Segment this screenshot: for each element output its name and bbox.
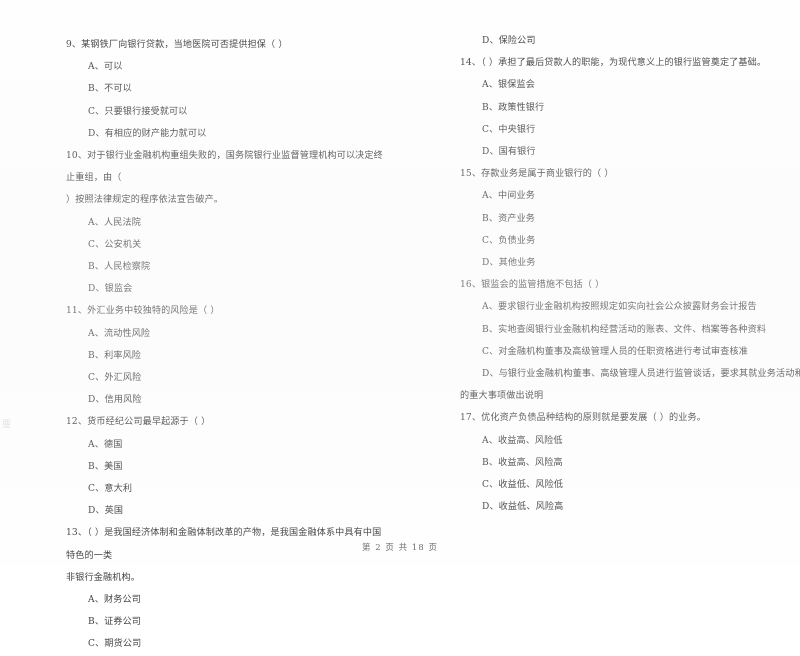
question-9-option-c[interactable]: C、只要银行接受就可以 xyxy=(66,101,390,123)
question-14-option-c[interactable]: C、中央银行 xyxy=(400,119,800,141)
question-16-option-a[interactable]: A、要求银行业金融机构按照规定如实向社会公众披露财务会计报告 xyxy=(400,296,800,318)
question-10-option-b[interactable]: B、人民检察院 xyxy=(66,256,390,278)
question-10-option-d[interactable]: D、银监会 xyxy=(66,278,390,300)
question-12-option-c[interactable]: C、意大利 xyxy=(66,478,390,500)
question-15: 15、存款业务是属于商业银行的（ ） A、中间业务 B、资产业务 C、负债业务 … xyxy=(400,163,800,274)
question-12-option-b[interactable]: B、美国 xyxy=(66,456,390,478)
question-17-option-d[interactable]: D、收益低、风险高 xyxy=(400,496,800,518)
document-page: 9、某钢铁厂向银行贷款，当地医院可否提供担保（ ） A、可以 B、不可以 C、只… xyxy=(0,0,800,649)
question-10-stem-continued: ）按照法律规定的程序依法宣告破产。 xyxy=(66,195,224,206)
question-14-option-d[interactable]: D、国有银行 xyxy=(400,141,800,163)
question-18-stem: 18、信用风险又称（ ），是指发行债券的借款人不能按时支付债券利息或偿还本金，而… xyxy=(460,518,800,520)
question-12-stem: 12、货币经纪公司最早起源于（ ） xyxy=(66,417,211,428)
question-12-option-a[interactable]: A、德国 xyxy=(66,434,390,456)
question-11-stem: 11、外汇业务中较独特的风险是（ ） xyxy=(66,306,220,317)
question-14: 14、（ ）承担了最后贷款人的职能，为现代意义上的银行监管奠定了基础。 A、银保… xyxy=(400,52,800,163)
question-15-option-c[interactable]: C、负债业务 xyxy=(400,230,800,252)
question-17: 17、优化资产负债品种结构的原则就是要发展（ ）的业务。 A、收益高、风险低 B… xyxy=(400,407,800,518)
question-15-stem: 15、存款业务是属于商业银行的（ ） xyxy=(460,169,614,180)
right-column: D、保险公司 14、（ ）承担了最后贷款人的职能，为现代意义上的银行监管奠定了基… xyxy=(400,0,800,520)
question-16-option-b[interactable]: B、实地查阅银行业金融机构经营活动的账表、文件、档案等各种资料 xyxy=(400,319,800,341)
question-10-stem: 10、对于银行业金融机构重组失败的，国务院银行业监督管理机构可以决定终止重组，由… xyxy=(66,151,383,184)
question-10: 10、对于银行业金融机构重组失败的，国务院银行业监督管理机构可以决定终止重组，由… xyxy=(66,145,390,300)
question-9: 9、某钢铁厂向银行贷款，当地医院可否提供担保（ ） A、可以 B、不可以 C、只… xyxy=(66,34,390,145)
question-17-option-c[interactable]: C、收益低、风险低 xyxy=(400,474,800,496)
question-9-stem: 9、某钢铁厂向银行贷款，当地医院可否提供担保（ ） xyxy=(66,40,288,50)
question-11-option-b[interactable]: B、利率风险 xyxy=(66,345,390,367)
question-17-stem: 17、优化资产负债品种结构的原则就是要发展（ ）的业务。 xyxy=(460,413,707,424)
question-11: 11、外汇业务中较独特的风险是（ ） A、流动性风险 B、利率风险 C、外汇风险… xyxy=(66,300,390,411)
question-11-option-d[interactable]: D、信用风险 xyxy=(66,389,390,411)
question-12-option-d[interactable]: D、英国 xyxy=(66,500,390,522)
question-12: 12、货币经纪公司最早起源于（ ） A、德国 B、美国 C、意大利 D、英国 xyxy=(66,411,390,522)
two-column-body: 9、某钢铁厂向银行贷款，当地医院可否提供担保（ ） A、可以 B、不可以 C、只… xyxy=(0,0,800,649)
page-footer: 第 2 页 共 18 页 xyxy=(362,542,438,552)
question-13-continued: D、保险公司 xyxy=(400,30,800,52)
question-16-option-d[interactable]: D、与银行业金融机构董事、高级管理人员进行监管谈话，要求其就业务活动和风险管理 xyxy=(400,363,800,385)
question-16: 16、银监会的监管措施不包括（ ） A、要求银行业金融机构按照规定如实向社会公众… xyxy=(400,274,800,407)
question-13-option-b[interactable]: B、证券公司 xyxy=(66,611,390,633)
question-16-option-c[interactable]: C、对金融机构董事及高级管理人员的任职资格进行考试审查核准 xyxy=(400,341,800,363)
question-18: 18、信用风险又称（ ），是指发行债券的借款人不能按时支付债券利息或偿还本金，而… xyxy=(400,518,800,520)
question-17-option-b[interactable]: B、收益高、风险高 xyxy=(400,452,800,474)
question-9-option-d[interactable]: D、有相应的财产能力就可以 xyxy=(66,123,390,145)
question-10-option-c[interactable]: C、公安机关 xyxy=(66,234,390,256)
question-15-option-a[interactable]: A、中间业务 xyxy=(400,185,800,207)
question-14-option-b[interactable]: B、政策性银行 xyxy=(400,97,800,119)
question-15-option-b[interactable]: B、资产业务 xyxy=(400,208,800,230)
question-13-option-c[interactable]: C、期货公司 xyxy=(66,633,390,655)
question-10-option-a[interactable]: A、人民法院 xyxy=(66,212,390,234)
question-9-option-a[interactable]: A、可以 xyxy=(66,56,390,78)
question-11-option-c[interactable]: C、外汇风险 xyxy=(66,367,390,389)
question-9-option-b[interactable]: B、不可以 xyxy=(66,78,390,100)
question-16-stem: 16、银监会的监管措施不包括（ ） xyxy=(460,280,605,291)
question-17-option-a[interactable]: A、收益高、风险低 xyxy=(400,430,800,452)
question-13-option-a[interactable]: A、财务公司 xyxy=(66,589,390,611)
question-15-option-d[interactable]: D、其他业务 xyxy=(400,252,800,274)
question-16-option-d-continued: 的重大事项做出说明 xyxy=(460,391,544,402)
question-13-stem-continued: 非银行金融机构。 xyxy=(66,572,140,583)
question-14-option-a[interactable]: A、银保监会 xyxy=(400,74,800,96)
question-13-option-d[interactable]: D、保险公司 xyxy=(400,30,800,52)
question-14-stem: 14、（ ）承担了最后贷款人的职能，为现代意义上的银行监管奠定了基础。 xyxy=(460,58,767,69)
left-column: 9、某钢铁厂向银行贷款，当地医院可否提供担保（ ） A、可以 B、不可以 C、只… xyxy=(0,0,400,649)
question-11-option-a[interactable]: A、流动性风险 xyxy=(66,323,390,345)
